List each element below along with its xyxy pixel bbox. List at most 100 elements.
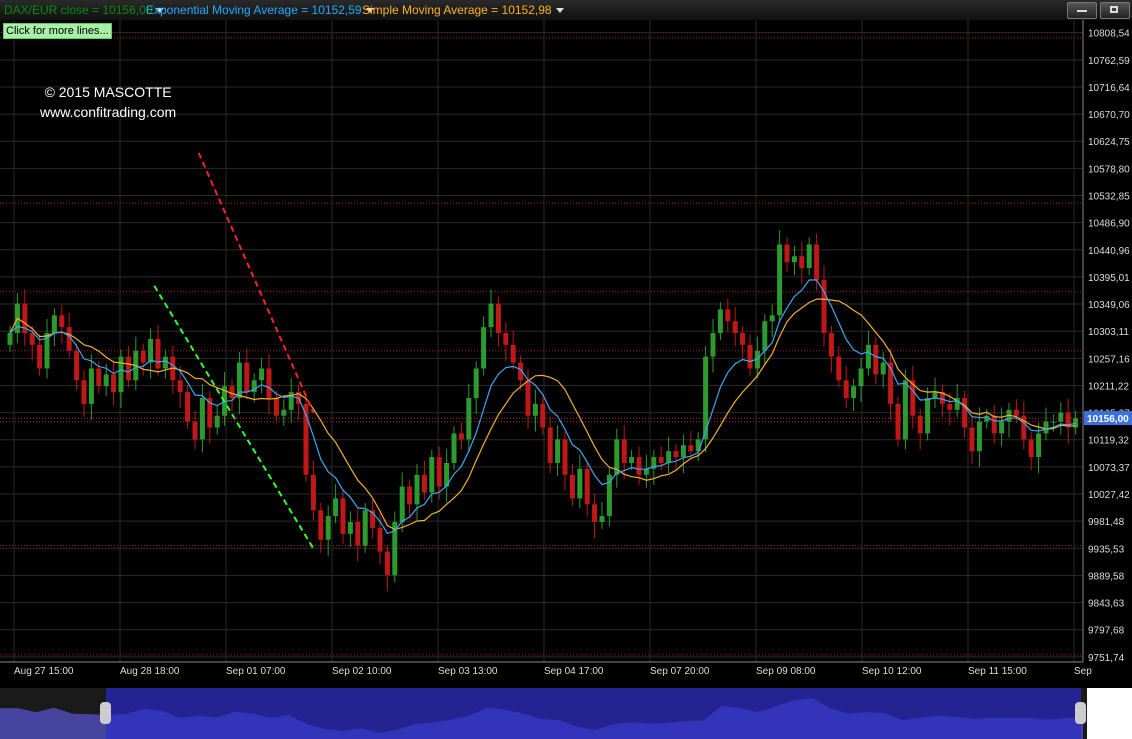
candle-body: [962, 397, 968, 428]
y-tick-label: 10716,64: [1088, 83, 1130, 94]
candle-body: [155, 338, 161, 369]
candle-body: [769, 315, 775, 322]
window-controls: [1064, 2, 1130, 19]
candle-body: [81, 380, 87, 404]
y-tick-label: 9751,74: [1088, 653, 1125, 664]
candle-body: [562, 439, 568, 475]
legend-sma[interactable]: Simple Moving Average = 10152,98: [362, 3, 564, 17]
candle-body: [355, 522, 361, 546]
minimize-button[interactable]: [1067, 2, 1097, 19]
candle-body: [732, 321, 738, 334]
candle-body: [932, 392, 938, 398]
candle-body: [259, 368, 265, 381]
candle-body: [503, 333, 509, 345]
candle-body: [999, 421, 1005, 434]
candle-body: [473, 368, 479, 398]
candle-body: [547, 427, 553, 463]
legend-ema[interactable]: Exponential Moving Average = 10152,59: [146, 3, 374, 17]
y-tick-label: 10440,96: [1088, 246, 1130, 257]
y-tick-label: 10486,90: [1088, 219, 1130, 230]
candle-body: [51, 315, 57, 334]
candle-body: [1013, 409, 1019, 416]
minimize-icon: [1077, 10, 1087, 12]
candle-body: [991, 415, 997, 434]
navigator-left-handle[interactable]: [100, 702, 111, 724]
y-tick-label: 10532,85: [1088, 192, 1130, 203]
candle-body: [525, 380, 531, 416]
candle-body: [340, 498, 346, 534]
candle-body: [658, 457, 664, 463]
candle-body: [858, 368, 864, 387]
candle-body: [244, 362, 250, 393]
x-tick-label: Sep: [1074, 666, 1092, 677]
watermark-copyright: © 2015 MASCOTTE: [44, 84, 172, 100]
dropdown-arrow-icon[interactable]: [555, 8, 564, 14]
candle-body: [540, 403, 546, 428]
candle-body: [865, 344, 871, 369]
candle-body: [266, 368, 272, 398]
x-tick-label: Sep 03 13:00: [438, 666, 498, 677]
candle-body: [680, 445, 686, 458]
title-bar: DAX/EUR close = 10156,00 Exponential Mov…: [0, 0, 1132, 21]
candle-body: [325, 516, 331, 540]
y-tick-label: 10578,80: [1088, 164, 1130, 175]
candle-body: [828, 333, 834, 357]
candle-body: [799, 256, 805, 269]
candle-body: [784, 244, 790, 263]
y-tick-label: 10303,11: [1088, 327, 1129, 338]
candle-body: [695, 439, 701, 452]
candle-body: [621, 439, 627, 463]
candle-body: [37, 344, 43, 369]
candle-body: [969, 427, 975, 452]
candle-body: [347, 522, 353, 534]
x-tick-label: Aug 27 15:00: [14, 666, 74, 677]
candle-body: [791, 256, 797, 263]
x-tick-label: Sep 02 10:00: [332, 666, 392, 677]
navigator-strip[interactable]: [0, 688, 1132, 739]
candle-body: [103, 374, 109, 387]
candle-body: [481, 327, 487, 369]
x-tick-label: Sep 11 15:00: [968, 666, 1027, 677]
candle-body: [577, 468, 583, 499]
y-tick-label: 10257,16: [1088, 354, 1130, 365]
candle-body: [880, 362, 886, 375]
candle-body: [673, 451, 679, 458]
y-tick-label: 10073,37: [1088, 463, 1130, 474]
more-lines-button[interactable]: Click for more lines...: [3, 23, 112, 39]
legend-main[interactable]: DAX/EUR close = 10156,00: [4, 3, 165, 17]
candle-body: [177, 380, 183, 393]
candle-body: [451, 433, 457, 463]
candle-body: [725, 309, 731, 322]
y-tick-label: 10762,59: [1088, 56, 1130, 67]
y-tick-label: 10027,42: [1088, 490, 1130, 501]
y-tick-label: 10211,22: [1088, 381, 1129, 392]
navigator-right-blank: [1087, 688, 1132, 739]
candle-body: [592, 504, 598, 523]
candle-body: [384, 551, 390, 576]
candle-body: [584, 468, 590, 505]
candle-body: [111, 374, 117, 393]
candle-body: [310, 474, 316, 511]
y-tick-label: 10395,01: [1088, 273, 1130, 284]
candle-body: [947, 403, 953, 410]
candle-body: [29, 333, 35, 345]
watermark-url: www.confitrading.com: [40, 104, 177, 120]
maximize-button[interactable]: [1100, 2, 1130, 19]
candle-body: [88, 368, 94, 404]
candle-body: [666, 451, 672, 463]
candle-body: [458, 433, 464, 440]
candle-body: [333, 498, 339, 517]
candle-body: [488, 303, 494, 328]
candle-body: [925, 397, 931, 434]
x-tick-label: Sep 01 07:00: [226, 666, 286, 677]
y-tick-label: 9889,58: [1088, 571, 1125, 582]
last-price-label: 10156,00: [1087, 414, 1129, 425]
x-tick-label: Sep 10 12:00: [862, 666, 922, 677]
candle-body: [873, 344, 879, 375]
navigator-right-handle[interactable]: [1075, 702, 1086, 724]
candle-body: [710, 333, 716, 357]
candle-body: [895, 403, 901, 440]
candle-body: [747, 344, 753, 369]
x-tick-label: Sep 07 20:00: [650, 666, 710, 677]
candle-body: [318, 510, 324, 540]
